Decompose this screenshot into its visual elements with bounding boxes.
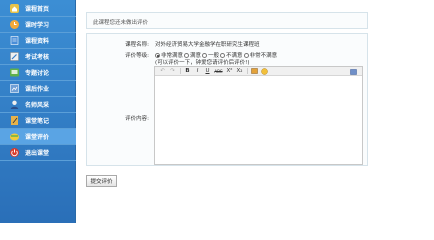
sidebar-nav: 课程首页 课时学习 课程资料 考试考核 专题讨论 课后作业 名师风采 课堂笔记 … [0, 0, 76, 223]
evaluation-form: 课程名称: 对外经济贸易大学金融学在职研究生课程班 评价等级: 非常满意 满意 … [86, 33, 368, 166]
insert-image-icon[interactable] [250, 67, 259, 75]
sidebar-item-exit-class[interactable]: 退出课堂 [0, 145, 76, 161]
toolbar-divider [180, 68, 181, 74]
subscript-button[interactable]: X₂ [235, 67, 244, 75]
teacher-icon [9, 99, 20, 110]
sidebar-item-label: 课程资料 [25, 38, 50, 45]
evaluation-icon [9, 131, 20, 142]
sidebar-item-label: 课时学习 [25, 22, 50, 29]
main-content: 此课程您还未做出评价 课程名称: 对外经济贸易大学金融学在职研究生课程班 评价等… [80, 0, 434, 223]
sidebar-item-label: 课后作业 [25, 86, 50, 93]
radio-dot [155, 52, 160, 58]
sidebar-item-course-home[interactable]: 课程首页 [0, 1, 76, 17]
radio-dot [243, 52, 249, 58]
sidebar-item-label: 课程首页 [25, 6, 50, 13]
rich-text-editor[interactable]: ↶ ↷ B I U ABC X² X₂ [154, 66, 363, 165]
content-label: 评价内容: [125, 116, 149, 122]
underline-button[interactable]: U [203, 67, 212, 75]
edit-icon [9, 51, 20, 62]
homework-icon [9, 83, 20, 94]
undo-icon[interactable]: ↶ [158, 67, 167, 75]
redo-icon[interactable]: ↷ [168, 67, 177, 75]
clock-icon [9, 19, 20, 30]
sidebar-item-label: 课堂评价 [25, 134, 50, 141]
sidebar-item-class-notes[interactable]: 课堂笔记 [0, 113, 76, 129]
rating-label: 评价等级: [125, 53, 149, 59]
sidebar-item-course-materials[interactable]: 课程资料 [0, 33, 76, 49]
course-name-value: 对外经济贸易大学金融学在职研究生课程班 [155, 42, 260, 48]
superscript-button[interactable]: X² [225, 67, 234, 75]
course-name-label: 课程名称: [125, 42, 149, 48]
rating-hint: (可以评价一下，钟爱您请评价后评价!) [155, 60, 250, 66]
editor-toolbar: ↶ ↷ B I U ABC X² X₂ [155, 67, 362, 76]
emoticon-icon[interactable] [260, 67, 269, 75]
radio-dot [220, 52, 226, 58]
bold-button[interactable]: B [183, 67, 192, 75]
sidebar-item-exams[interactable]: 考试考核 [0, 49, 76, 65]
discussion-icon [9, 67, 20, 78]
sidebar-item-homework[interactable]: 课后作业 [0, 81, 76, 97]
editor-content-area[interactable] [155, 76, 362, 164]
sidebar-item-lesson-study[interactable]: 课时学习 [0, 17, 76, 33]
submit-evaluation-button[interactable]: 提交评价 [86, 175, 117, 187]
sidebar-item-label: 考试考核 [25, 54, 50, 61]
italic-button[interactable]: I [193, 67, 202, 75]
sidebar-item-topic-discussion[interactable]: 专题讨论 [0, 65, 76, 81]
radio-dot [202, 52, 208, 58]
source-toggle-icon[interactable] [349, 68, 358, 76]
exit-icon [9, 147, 20, 158]
strikethrough-button[interactable]: ABC [213, 67, 224, 75]
sidebar-item-class-evaluation[interactable]: 课堂评价 [0, 129, 76, 145]
book-icon [9, 35, 20, 46]
notebook-icon [9, 115, 20, 126]
home-icon [9, 3, 20, 14]
sidebar-item-label: 退出课堂 [25, 150, 50, 157]
evaluation-notice: 此课程您还未做出评价 [86, 12, 368, 29]
sidebar-item-teachers[interactable]: 名师风采 [0, 97, 76, 113]
sidebar-item-label: 课堂笔记 [25, 118, 50, 125]
radio-dot [184, 52, 190, 58]
sidebar-item-label: 专题讨论 [25, 70, 50, 77]
toolbar-divider [247, 68, 248, 74]
sidebar-item-label: 名师风采 [25, 102, 50, 109]
